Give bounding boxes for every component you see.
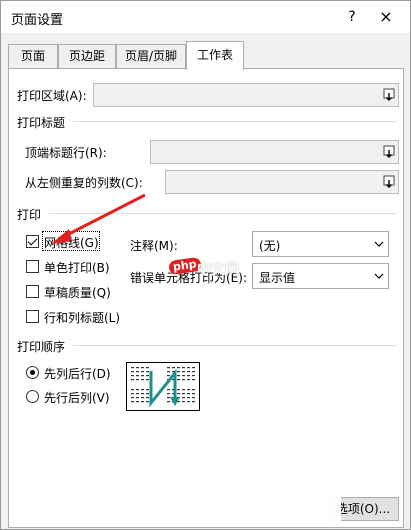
divider: [73, 121, 397, 122]
tab-page[interactable]: 页面: [8, 44, 58, 69]
black-white-label[interactable]: 单色打印(B): [44, 259, 110, 276]
columns-to-repeat-input[interactable]: [165, 170, 399, 194]
options-button-label: 选项(O)...: [335, 502, 391, 516]
page-order-section: 打印顺序: [17, 340, 66, 354]
gridlines-checkbox[interactable]: [26, 235, 39, 248]
row-col-headings-label[interactable]: 行和列标题(L): [44, 309, 120, 326]
print-titles-section: 打印标题: [17, 116, 66, 130]
over-then-down-label[interactable]: 先行后列(V): [44, 389, 110, 406]
tab-sheet[interactable]: 工作表: [186, 41, 244, 70]
over-then-down-radio[interactable]: [26, 390, 39, 403]
close-button[interactable]: ×: [373, 5, 399, 29]
page-order-diagram-icon: [131, 367, 195, 408]
collapse-range-icon[interactable]: [380, 171, 398, 193]
print-area-label: 打印区域(A):: [17, 89, 87, 103]
tab-header-footer[interactable]: 页眉/页脚: [116, 44, 186, 69]
rows-to-repeat-label: 顶端标题行(R):: [25, 146, 107, 160]
watermark-blob: [263, 485, 341, 527]
comments-value: (无): [259, 239, 281, 253]
rows-to-repeat-input[interactable]: [150, 140, 399, 164]
sheet-panel: 打印区域(A): 打印标题 顶端标题行(R): 从左侧重复的列数(C): 打印 …: [8, 68, 404, 528]
print-area-input[interactable]: [93, 83, 399, 107]
collapse-range-icon[interactable]: [380, 141, 398, 163]
title-bar: 页面设置 ? ×: [1, 1, 410, 33]
cell-errors-value: 显示值: [259, 271, 296, 285]
tab-strip: 页面 页边距 页眉/页脚 工作表: [8, 41, 404, 70]
black-white-checkbox[interactable]: [26, 260, 39, 273]
draft-quality-label[interactable]: 草稿质量(Q): [44, 284, 111, 301]
cell-errors-select[interactable]: 显示值: [252, 263, 389, 289]
help-button[interactable]: ?: [339, 5, 365, 29]
comments-select[interactable]: (无): [252, 231, 389, 257]
draft-quality-checkbox[interactable]: [26, 285, 39, 298]
chevron-down-icon: [370, 264, 388, 288]
tab-margins[interactable]: 页边距: [58, 44, 116, 69]
down-then-over-radio[interactable]: [26, 366, 39, 379]
watermark-text: 中文网: [197, 262, 239, 278]
page-order-preview: [126, 362, 200, 411]
collapse-range-icon[interactable]: [380, 84, 398, 106]
divider: [73, 345, 397, 346]
chevron-down-icon: [370, 232, 388, 256]
annotation-arrow-icon: [51, 193, 146, 244]
print-section: 打印: [17, 208, 42, 222]
down-then-over-label[interactable]: 先列后行(D): [44, 365, 111, 382]
row-col-headings-checkbox[interactable]: [26, 310, 39, 323]
page-setup-dialog: 页面设置 ? × 页面 页边距 页眉/页脚 工作表 打印区域(A): 打印标题 …: [0, 0, 411, 530]
dialog-title: 页面设置: [11, 13, 64, 28]
columns-to-repeat-label: 从左侧重复的列数(C):: [25, 176, 143, 190]
